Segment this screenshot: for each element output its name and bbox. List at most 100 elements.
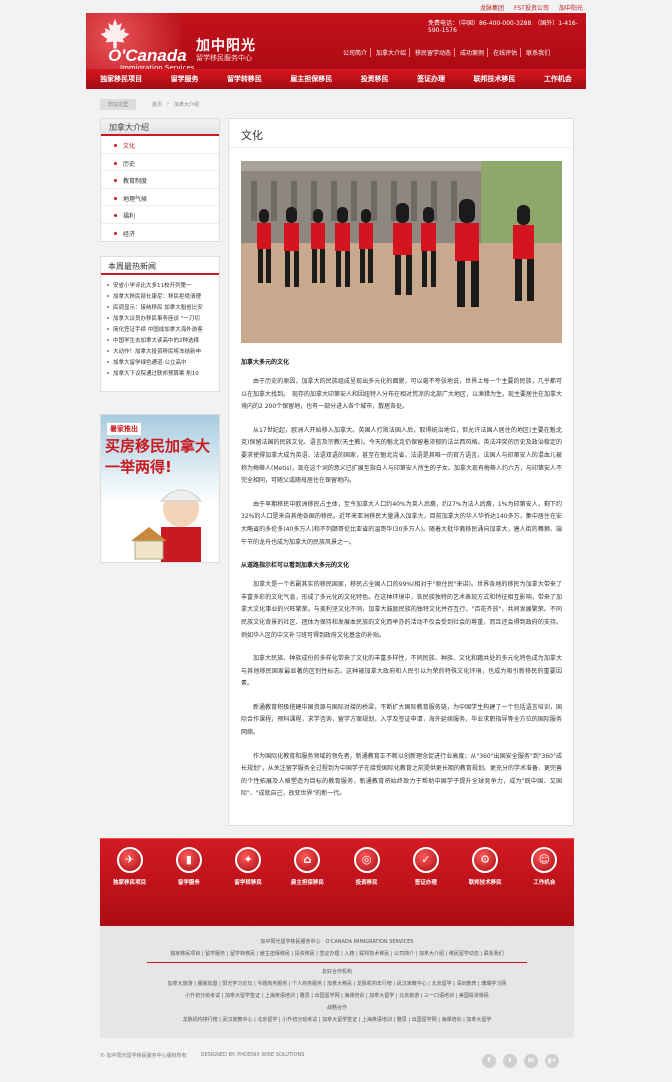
designer-credit[interactable]: DESIGNED BY: PHOENIX WISE SOLUTIONS: [201, 1052, 305, 1059]
promo-tag: 暑家推出: [107, 423, 141, 435]
footer-service-bar: ✈ 独家移民项目 ▮ 留学服务 ✦ 留学转移民 ⌂ 雇主担保移民 ◎ 投资移民 ✓ 签证办理…: [100, 838, 574, 926]
article-heading: 从道路指示栏可以看到加拿大多元的文化: [241, 562, 350, 570]
chart-icon: ▮: [175, 847, 202, 873]
article-paragraph: 加拿大是一个名副其实的移民国家，移民占全国人口的99%(相对于"原住民"来讲)。…: [241, 581, 562, 639]
sidebar-menu: 加拿大介绍 文化 历史 教育制度 地理气候 福利 经济: [100, 118, 220, 242]
sidebar-item-economy[interactable]: 经济: [101, 224, 219, 242]
nav-item[interactable]: 签证办理: [417, 74, 445, 84]
article-heading: 加拿大多元的文化: [241, 359, 290, 366]
footer-service-item[interactable]: ✦ 留学转移民: [222, 847, 274, 886]
hot-news-title: 本周最热新闻: [101, 257, 219, 275]
copyright-bar: © 加中阳光留学移民服务中心版权所有 DESIGNED BY: PHOENIX …: [100, 1052, 304, 1059]
footer-service-item[interactable]: ☺ 工作机会: [518, 847, 570, 886]
sidebar-item-welfare[interactable]: 福利: [101, 206, 219, 224]
footer-service-item[interactable]: ✈ 独家移民项目: [104, 847, 156, 886]
nav-item[interactable]: 雇主担保移民: [290, 74, 332, 84]
breadcrumb-item[interactable]: 加拿大介绍: [174, 101, 199, 108]
footer-nav-links[interactable]: 独家移民项目 | 留学服务 | 留学转移民 | 雇主担保移民 | 投资移民 | …: [100, 950, 574, 957]
top-link[interactable]: FST投资公司: [514, 3, 549, 12]
utility-link[interactable]: 在线评估: [490, 48, 522, 57]
nav-item[interactable]: 独家移民项目: [100, 74, 142, 84]
transfer-icon: ✦: [235, 847, 262, 873]
breadcrumb-separator: ›: [167, 101, 170, 107]
news-item[interactable]: 简化签证手续 中国成加拿大海外游客: [101, 323, 219, 334]
nav-item[interactable]: 留学服务: [171, 74, 199, 84]
article-paragraph: 新通教育积极搭建中国资源与国际对接的桥梁，不断扩大国际教育服务链，为中国学生构建…: [241, 703, 562, 737]
article-body: 加拿大多元的文化 由于历史的原因，加拿大的民族组成呈现出多元化的面貌，可以毫不夸…: [241, 357, 562, 812]
footer-service-item[interactable]: ◎ 投资移民: [341, 847, 393, 886]
nav-item[interactable]: 联邦技术移民: [473, 74, 515, 84]
news-item[interactable]: 加拿大移民部长康尼：移民拒绝清理: [101, 290, 219, 301]
page: O'Canada Immigration Services 加中阳光 留学移民服…: [0, 0, 672, 1082]
article-paragraph: 作为国际化教育和服务领域的领先者，新通教育正不断以创新理念促进行业高度；从"36…: [241, 752, 562, 798]
friend-links-row[interactable]: 龙脉机构排行榜 | 武汉家教中心 | 北京留学 | 小升初分班考试 | 加拿大留…: [100, 1016, 574, 1023]
sidebar-item-culture[interactable]: 文化: [101, 136, 219, 154]
child-house-illustration: [131, 489, 203, 562]
plane-icon: ✈: [116, 847, 143, 873]
nav-item[interactable]: 投资移民: [361, 74, 389, 84]
company-name: 加中阳光: [196, 38, 256, 54]
friend-links-title: 友好合作机构: [321, 969, 352, 975]
nav-item[interactable]: 工作机会: [544, 74, 572, 84]
brand-logo[interactable]: O'Canada: [108, 46, 187, 66]
breadcrumb-label: 您在这里: [100, 98, 137, 110]
footer-service-label: 签证办理: [414, 880, 437, 886]
utility-links: 公司简介 加拿大介绍 移民留学动态 成功案例 在线评估 联系我们: [340, 48, 553, 57]
linkedin-icon[interactable]: in: [524, 1054, 538, 1068]
article-paragraph: 由于历史的原因，加拿大的民族组成呈现出多元化的面貌，可以毫不夸张地说，世界上每一…: [241, 378, 563, 411]
breadcrumb-item[interactable]: 首页: [152, 101, 162, 108]
footer-service-item[interactable]: ✓ 签证办理: [400, 847, 452, 886]
friend-links-row[interactable]: 加拿大旅游 | 服装加盟 | 阳光学习论坛 | 今题商务服务 | 个人商务服务 …: [100, 980, 574, 987]
footer-service-item[interactable]: ⌂ 雇主担保移民: [281, 847, 333, 886]
title-divider: [229, 147, 573, 148]
facebook-icon[interactable]: f: [482, 1054, 496, 1068]
person-icon: ☺: [531, 847, 558, 873]
utility-link[interactable]: 加拿大介绍: [373, 48, 411, 57]
partner-title: 战略合作: [326, 1005, 347, 1011]
footer-service-label: 工作机会: [533, 880, 556, 886]
check-icon: ✓: [412, 847, 439, 873]
copyright-text: © 加中阳光留学移民服务中心版权所有: [100, 1053, 187, 1059]
globe-icon: ◎: [353, 847, 380, 873]
utility-link[interactable]: 移民留学动态: [412, 48, 456, 57]
breadcrumb: 您在这里 首页 › 加拿大介绍: [100, 98, 574, 110]
nav-item[interactable]: 留学转移民: [227, 74, 262, 84]
article-paragraph: 由于早期移民中欧洲移民占主体，至今加拿大人口约40%为英人后裔，约27%为法人后…: [241, 500, 562, 546]
sidebar-item-geography[interactable]: 地理气候: [101, 189, 219, 206]
company-subtitle: 留学移民服务中心: [196, 54, 252, 62]
article-paragraph: 加拿大民族、种族成份的多样化带来了文化的丰富多样性，不同民族、种族、文化和籍共处…: [241, 655, 562, 688]
friend-links-row[interactable]: 小升初分班考试 | 加拿大留学签证 | 上海英语培训 | 雅思 | 出国留学网 …: [100, 992, 574, 999]
footer-service-item[interactable]: ⚙ 联邦技术移民: [459, 847, 511, 886]
footer-service-label: 独家移民项目: [113, 880, 147, 886]
top-links: 龙脉集团 FST投资公司 加中阳光: [480, 3, 583, 12]
main-nav: 独家移民项目 留学服务 留学转移民 雇主担保移民 投资移民 签证办理 联邦技术移…: [86, 69, 586, 89]
news-item[interactable]: 加拿大留学绿色通道-公立高中: [101, 356, 219, 367]
utility-link[interactable]: 成功案例: [457, 48, 489, 57]
twitter-icon[interactable]: t: [503, 1054, 517, 1068]
building-icon: ⌂: [294, 847, 321, 873]
site-header: O'Canada Immigration Services 加中阳光 留学移民服…: [86, 13, 586, 89]
news-item[interactable]: 大动作！加拿大投资移民将冻结新申: [101, 345, 219, 356]
footer-service-label: 留学服务: [177, 880, 200, 886]
sidebar: 加拿大介绍 文化 历史 教育制度 地理气候 福利 经济 本周最热新闻 安省小学评…: [100, 118, 220, 563]
news-item[interactable]: 民调显示：接纳移民 加拿大魁省比安: [101, 301, 219, 312]
footer-service-label: 留学转移民: [234, 880, 262, 886]
phone-number: 免费电话：（中国）86-400-000-3288 （国外）1-416-590-1…: [428, 20, 578, 34]
sidebar-item-history[interactable]: 历史: [101, 154, 219, 171]
utility-link[interactable]: 公司简介: [340, 48, 372, 57]
google-plus-icon[interactable]: g+: [545, 1054, 559, 1068]
news-item[interactable]: 加拿大议员办移民事务座谈 "一刀切: [101, 312, 219, 323]
footer-service-item[interactable]: ▮ 留学服务: [163, 847, 215, 886]
page-title: 文化: [241, 129, 263, 142]
news-item[interactable]: 加拿大下议院通过联邦预算案 削10: [101, 367, 219, 378]
news-item[interactable]: 安省小学评比大多11校开列第一: [101, 279, 219, 290]
hot-news-box: 本周最热新闻 安省小学评比大多11校开列第一 加拿大移民部长康尼：移民拒绝清理 …: [100, 256, 220, 392]
top-link[interactable]: 龙脉集团: [480, 3, 504, 12]
sidebar-item-education[interactable]: 教育制度: [101, 171, 219, 189]
gear-icon: ⚙: [472, 847, 499, 873]
promo-banner[interactable]: 暑家推出 买房移民加拿大一举两得!: [100, 414, 220, 563]
news-item[interactable]: 中国学生去加拿大读高中的2种选择: [101, 334, 219, 345]
top-link[interactable]: 加中阳光: [559, 3, 583, 12]
guards-parade-photo: [241, 161, 562, 343]
utility-link[interactable]: 联系我们: [523, 48, 553, 57]
